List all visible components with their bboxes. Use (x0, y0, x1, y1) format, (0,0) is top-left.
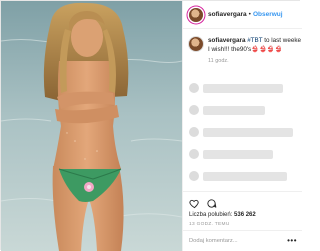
comment-avatar (189, 105, 199, 115)
caption-username[interactable]: sofiavergara (208, 37, 245, 44)
heart-icon[interactable] (189, 196, 200, 209)
comment-row (203, 150, 273, 159)
caption-line2: I wish!!! the90's (208, 45, 252, 53)
comment-avatar (189, 171, 199, 181)
profile-avatar[interactable] (189, 7, 203, 22)
header-username[interactable]: sofiavergara (208, 11, 247, 18)
comment-avatar (189, 149, 199, 159)
comment-bubble-icon[interactable] (206, 196, 217, 208)
comments-list-blurred (189, 79, 297, 185)
likes-label: Liczba polubień: (189, 212, 233, 218)
comment-input[interactable] (189, 238, 288, 244)
header-separator: • (248, 11, 251, 18)
comment-avatar (189, 83, 199, 93)
follow-button[interactable]: Obserwuj (253, 11, 283, 18)
instagram-post: sofiavergara • Obserwuj sofiavergara #TB… (0, 0, 302, 251)
caption-hashtag[interactable]: #TBT (247, 37, 262, 44)
caption-emoji: 👙👙👙👙 (251, 45, 283, 53)
caption-text: sofiavergara #TBT to last weeke I wish!!… (208, 37, 302, 54)
add-comment-bar: ••• (183, 230, 302, 251)
post-header: sofiavergara • Obserwuj (183, 1, 302, 29)
comment-row (203, 84, 283, 93)
comment-row (203, 106, 265, 115)
comment-row (203, 172, 287, 181)
caption-line1: to last weeke (262, 37, 301, 44)
post-photo[interactable] (1, 1, 182, 251)
caption-time[interactable]: 11 godz. (208, 58, 302, 64)
likes-number: 536 262 (234, 212, 256, 218)
post-actions (183, 191, 302, 211)
photo-image (1, 1, 182, 251)
post-sidebar: sofiavergara • Obserwuj sofiavergara #TB… (182, 1, 302, 251)
caption-avatar[interactable] (189, 37, 203, 51)
likes-count[interactable]: Liczba polubień: 536 262 (189, 212, 256, 218)
more-options-icon[interactable]: ••• (287, 237, 297, 245)
post-date[interactable]: 13 GODZ. TEMU (189, 222, 230, 227)
post-caption: sofiavergara #TBT to last weeke I wish!!… (189, 37, 302, 64)
comment-row (203, 128, 293, 137)
comment-avatar (189, 127, 199, 137)
